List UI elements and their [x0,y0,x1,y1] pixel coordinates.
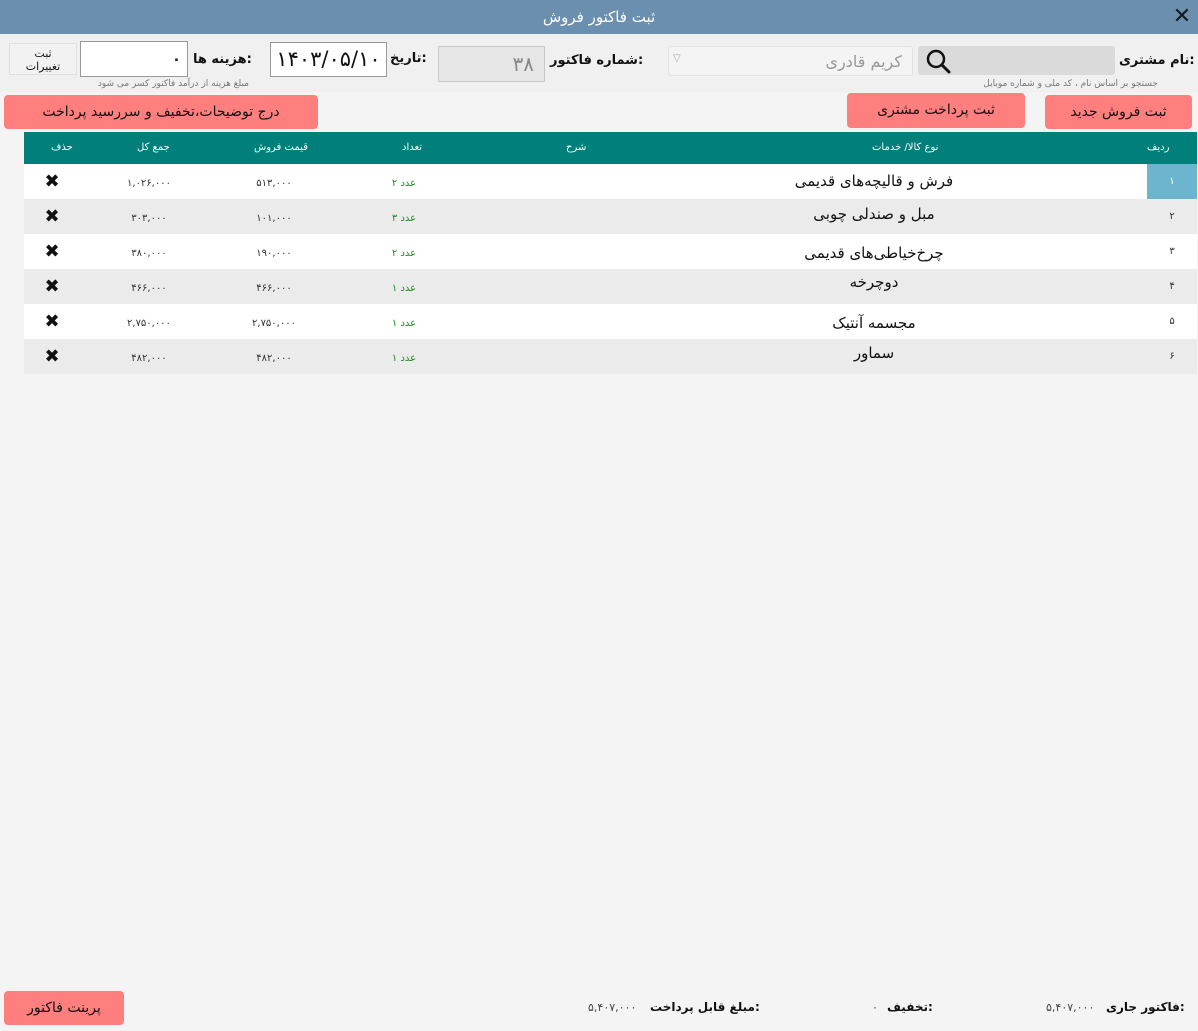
new-sale-button[interactable]: ثبت فروش جدید [1045,95,1192,129]
item-name: مبل و صندلی چوبی [813,205,935,223]
item-total: ۴۶۶,۰۰۰ [131,283,167,294]
row-number: ۱ [1147,164,1197,199]
discount-label: تخفیف: [887,1000,933,1014]
item-price: ۴۶۶,۰۰۰ [256,283,292,294]
item-qty: ۲ عدد [391,248,417,259]
invoice-number-label: شماره فاکتور: [550,53,644,68]
column-header-item-type: نوع کالا/ خدمات [872,142,939,153]
column-header-total: جمع کل [137,142,170,153]
search-icon [926,49,951,74]
item-price: ۲,۷۵۰,۰۰۰ [252,318,296,329]
column-header-delete: حذف [51,142,73,153]
item-price: ۱۰۱,۰۰۰ [256,213,292,224]
customer-payment-button[interactable]: ثبت پرداخت مشتری [847,93,1025,128]
item-total: ۳۸۰,۰۰۰ [131,248,167,259]
cost-label: هزینه ها: [193,52,252,67]
current-invoice-label: فاکتور جاری: [1106,1000,1185,1014]
delete-x-icon[interactable]: ✖ [42,207,62,227]
column-header-price: قیمت فروش [254,142,308,153]
title-bar: ثبت فاکتور فروش ✕ [0,0,1198,34]
row-number: ۶ [1169,351,1175,362]
table-row[interactable]: ۲ مبل و صندلی چوبی ۳ عدد ۱۰۱,۰۰۰ ۳۰۳,۰۰۰… [24,199,1197,234]
column-header-row: ردیف [1147,142,1170,153]
current-invoice-value: ۵,۴۰۷,۰۰۰ [1046,1001,1095,1014]
customer-label: نام مشتری: [1119,53,1195,68]
item-price: ۵۱۳,۰۰۰ [256,178,292,189]
customer-search-hint: جستجو بر اساس نام ، کد ملی و شماره موبای… [983,79,1158,89]
item-qty: ۳ عدد [391,213,417,224]
date-value: ۱۴۰۳/۰۵/۱۰ [276,47,381,71]
item-name: سماور [853,344,895,362]
payable-amount-label: مبلغ قابل پرداخت: [650,1000,760,1014]
item-total: ۳۰۳,۰۰۰ [131,213,167,224]
row-number: ۴ [1169,281,1175,292]
table-row[interactable]: ۶ سماور ۱ عدد ۴۸۲,۰۰۰ ۴۸۲,۰۰۰ ✖ [24,339,1197,374]
chevron-down-icon: ▽ [673,53,681,64]
item-price: ۱۹۰,۰۰۰ [256,248,292,259]
item-qty: ۱ عدد [391,318,417,329]
item-qty: ۱ عدد [391,353,417,364]
item-name: چرخ‌خیاطی‌های قدیمی [804,244,944,262]
delete-x-icon[interactable]: ✖ [42,277,62,297]
table-row[interactable]: ۴ دوچرخه ۱ عدد ۴۶۶,۰۰۰ ۴۶۶,۰۰۰ ✖ [24,269,1197,304]
column-header-qty: تعداد [402,142,423,153]
payable-amount-value: ۵,۴۰۷,۰۰۰ [588,1001,637,1014]
item-qty: ۲ عدد [391,178,417,189]
column-header-description: شرح [566,142,587,153]
save-changes-label: ثبت تغییرات [25,47,61,73]
item-total: ۲,۷۵۰,۰۰۰ [127,318,171,329]
date-label: تاریخ: [390,51,427,66]
window-title: ثبت فاکتور فروش [542,8,656,26]
delete-x-icon[interactable]: ✖ [42,242,62,262]
item-qty: ۱ عدد [391,283,417,294]
table-row[interactable]: ۳ چرخ‌خیاطی‌های قدیمی ۲ عدد ۱۹۰,۰۰۰ ۳۸۰,… [24,234,1197,269]
invoice-number-value: ۳۸ [512,52,534,76]
item-price: ۴۸۲,۰۰۰ [256,353,292,364]
search-button[interactable] [918,46,960,75]
invoice-number-field: ۳۸ [438,46,545,82]
item-name: فرش و قالیچه‌های قدیمی [794,172,954,190]
close-icon[interactable]: ✕ [1170,5,1194,29]
delete-x-icon[interactable]: ✖ [42,347,62,367]
item-name: مجسمه آنتیک [832,314,916,332]
delete-x-icon[interactable]: ✖ [42,312,62,332]
table-header: ردیف نوع کالا/ خدمات شرح تعداد قیمت فروش… [24,132,1197,164]
customer-select[interactable]: کریم قادری ▽ [668,46,913,76]
date-field[interactable]: ۱۴۰۳/۰۵/۱۰ [270,42,387,77]
discount-value: ۰ [872,1001,878,1014]
row-number: ۲ [1169,211,1175,222]
details-discount-button[interactable]: درج توضیحات،تخفیف و سررسید پرداخت [4,95,318,129]
item-total: ۱,۰۲۶,۰۰۰ [127,178,171,189]
table-row[interactable]: ۱ فرش و قالیچه‌های قدیمی ۲ عدد ۵۱۳,۰۰۰ ۱… [24,164,1197,199]
row-number: ۳ [1169,246,1175,257]
cost-value: ۰ [171,50,181,68]
row-number: ۵ [1169,316,1175,327]
cost-field[interactable]: ۰ [80,41,188,77]
save-changes-button[interactable]: ثبت تغییرات [9,43,77,75]
table-row[interactable]: ۵ مجسمه آنتیک ۱ عدد ۲,۷۵۰,۰۰۰ ۲,۷۵۰,۰۰۰ … [24,304,1197,339]
delete-x-icon[interactable]: ✖ [42,172,62,192]
item-name: دوچرخه [849,273,899,291]
cost-hint: مبلغ هزینه از درآمد فاکتور کسر می شود [97,79,249,89]
customer-select-value: کریم قادری [825,52,902,71]
print-invoice-button[interactable]: پرینت فاکتور [4,991,124,1025]
item-total: ۴۸۲,۰۰۰ [131,353,167,364]
